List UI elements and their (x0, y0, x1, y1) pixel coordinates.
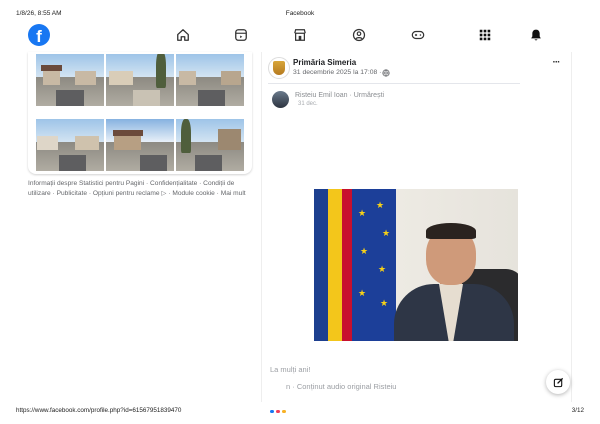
post-date[interactable]: 31 decembrie 2025 la 17:08 · (293, 69, 381, 76)
more-options-icon[interactable]: ··· (549, 58, 563, 70)
globe-icon (382, 69, 390, 77)
photo-thumbnail[interactable] (106, 54, 174, 106)
page-avatar[interactable] (268, 57, 290, 79)
reaction-icons[interactable] (270, 400, 300, 413)
commenter-name[interactable]: Risteiu Emil Ioan · Urmărești (295, 92, 384, 99)
commenter-avatar[interactable] (272, 91, 289, 108)
marketplace-icon[interactable] (292, 27, 308, 43)
divider (268, 83, 520, 84)
post-caption: La mulți ani! (270, 365, 311, 374)
logo-letter: f (36, 27, 42, 46)
print-header: 1/8/26, 8:55 AM Facebook (0, 8, 600, 20)
reels-icon[interactable] (233, 27, 249, 43)
photo-thumbnail[interactable] (106, 119, 174, 171)
audio-attribution[interactable]: n · Conținut audio original Risteiu (286, 382, 396, 391)
print-footer: https://www.facebook.com/profile.php?id=… (0, 407, 600, 417)
print-title: Facebook (285, 10, 315, 17)
photo-thumbnail[interactable] (176, 119, 244, 171)
comment-date: 31 dec. (298, 101, 318, 107)
gaming-icon[interactable] (410, 27, 426, 43)
photo-thumbnail[interactable] (36, 119, 104, 171)
home-icon[interactable] (175, 27, 191, 43)
print-url: https://www.facebook.com/profile.php?id=… (16, 407, 182, 414)
romania-flag (314, 189, 356, 341)
speaker-person (374, 189, 514, 341)
page-footer-links[interactable]: Informații despre Statistici pentru Pagi… (28, 179, 252, 198)
photos-card (28, 52, 252, 174)
coat-of-arms-icon (273, 61, 285, 75)
compose-message-button[interactable] (546, 370, 570, 394)
menu-grid-icon[interactable] (477, 27, 493, 43)
top-navigation: f (0, 22, 600, 50)
photo-thumbnail[interactable] (36, 54, 104, 106)
notifications-bell-icon[interactable] (528, 27, 544, 43)
edit-pencil-icon (553, 377, 563, 387)
post-video[interactable]: ★ ★ ★ ★ ★ ★ ★ (314, 189, 518, 341)
groups-icon[interactable] (351, 27, 367, 43)
post-page-name[interactable]: Primăria Simeria (293, 58, 356, 67)
facebook-logo-icon[interactable]: f (28, 24, 50, 46)
print-page-number: 3/12 (571, 407, 584, 414)
photo-thumbnail[interactable] (176, 54, 244, 106)
